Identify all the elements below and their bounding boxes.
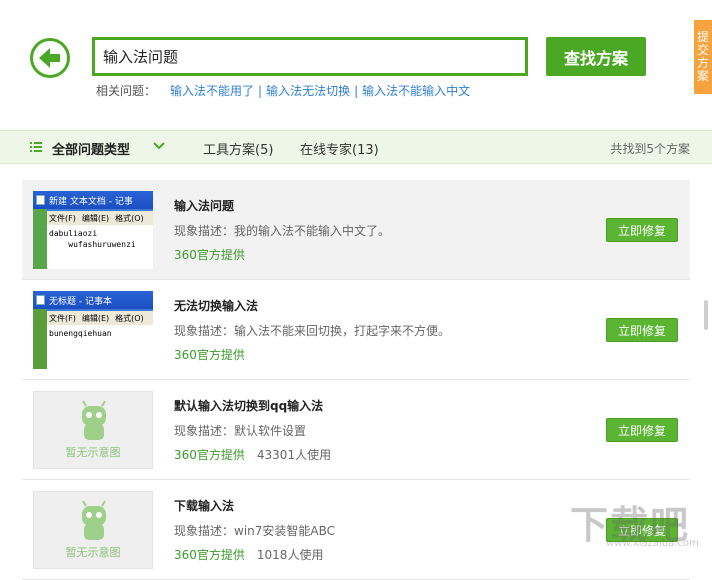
results-list: 新建 文本文档 - 记事 文件(F) 编辑(E) 格式(O) dabuliaoz… (22, 180, 690, 580)
notepad-line: dabuliaozi (49, 229, 98, 238)
menu-format: 格式(O) (115, 313, 144, 323)
filter-bar: 全部问题类型 工具方案(5) 在线专家(13) 共找到5个方案 (0, 130, 712, 164)
submit-solution-tab[interactable]: 提 交 方 案 (694, 20, 712, 94)
list-icon (30, 142, 42, 152)
usage-count: 1018人使用 (256, 548, 324, 562)
thumbnail: 无标题 - 记事本 文件(F) 编辑(E) 格式(O) bunengqiehua… (33, 291, 153, 369)
result-description: 现象描述：默认软件设置 (174, 424, 307, 438)
search-input[interactable] (95, 40, 525, 73)
related-link[interactable]: 输入法不能输入中文 (362, 82, 470, 99)
notepad-line: wufashuruwenzi (49, 240, 136, 249)
result-title[interactable]: 下载输入法 (174, 497, 234, 514)
menu-file: 文件(F) (49, 213, 76, 223)
separator: | (258, 83, 263, 98)
fix-now-button[interactable]: 立即修复 (606, 218, 678, 242)
list-item[interactable]: 暂无示意图 默认输入法切换到qq输入法 现象描述：默认软件设置 360官方提供 4… (22, 380, 690, 480)
robot-mascot-icon (82, 500, 106, 540)
search-field[interactable] (92, 37, 528, 76)
back-arrow-icon (39, 48, 60, 68)
tab-tool-solutions[interactable]: 工具方案(5) (203, 139, 273, 158)
no-preview-text: 暂无示意图 (65, 446, 121, 459)
notepad-title: 新建 文本文档 - 记事 (49, 196, 133, 207)
robot-mascot-icon (82, 400, 106, 440)
result-description: 现象描述：我的输入法不能输入中文了。 (174, 224, 391, 238)
usage-count: 43301人使用 (256, 448, 332, 462)
all-problem-types-dropdown[interactable]: 全部问题类型 (52, 139, 130, 158)
list-item[interactable]: 新建 文本文档 - 记事 文件(F) 编辑(E) 格式(O) dabuliaoz… (22, 180, 690, 280)
result-title[interactable]: 默认输入法切换到qq输入法 (174, 397, 323, 414)
fix-now-button[interactable]: 立即修复 (606, 518, 678, 542)
result-description: 现象描述：win7安装智能ABC (174, 524, 335, 538)
result-source: 360官方提供 (174, 248, 245, 262)
no-preview-text: 暂无示意图 (65, 546, 121, 559)
separator: | (354, 83, 359, 98)
scrollbar-thumb[interactable] (704, 300, 708, 330)
result-source: 360官方提供 1018人使用 (174, 548, 324, 562)
thumbnail-placeholder: 暂无示意图 (33, 491, 153, 569)
tab-online-experts[interactable]: 在线专家(13) (300, 139, 379, 158)
notepad-screenshot: 新建 文本文档 - 记事 文件(F) 编辑(E) 格式(O) dabuliaoz… (33, 191, 153, 269)
related-link[interactable]: 输入法无法切换 (266, 82, 350, 99)
result-source: 360官方提供 (174, 348, 245, 362)
fix-now-button[interactable]: 立即修复 (606, 418, 678, 442)
notepad-screenshot: 无标题 - 记事本 文件(F) 编辑(E) 格式(O) bunengqiehua… (33, 291, 153, 369)
tab-char: 案 (696, 69, 709, 83)
menu-format: 格式(O) (115, 213, 144, 223)
thumbnail-placeholder: 暂无示意图 (33, 391, 153, 469)
notepad-title: 无标题 - 记事本 (49, 296, 112, 307)
list-item[interactable]: 无标题 - 记事本 文件(F) 编辑(E) 格式(O) bunengqiehua… (22, 280, 690, 380)
chevron-down-icon[interactable] (152, 139, 166, 153)
find-solution-button[interactable]: 查找方案 (546, 37, 646, 76)
menu-edit: 编辑(E) (81, 313, 110, 323)
thumbnail: 新建 文本文档 - 记事 文件(F) 编辑(E) 格式(O) dabuliaoz… (33, 191, 153, 269)
menu-edit: 编辑(E) (81, 213, 110, 223)
result-title[interactable]: 输入法问题 (174, 197, 234, 214)
related-questions: 相关问题： 输入法不能用了 | 输入法无法切换 | 输入法不能输入中文 (96, 82, 470, 99)
menu-file: 文件(F) (49, 313, 76, 323)
fix-now-button[interactable]: 立即修复 (606, 318, 678, 342)
result-source: 360官方提供 43301人使用 (174, 448, 332, 462)
list-item[interactable]: 暂无示意图 下载输入法 现象描述：win7安装智能ABC 360官方提供 1018… (22, 480, 690, 580)
result-title[interactable]: 无法切换输入法 (174, 297, 258, 314)
related-link[interactable]: 输入法不能用了 (170, 82, 254, 99)
back-button[interactable] (30, 38, 70, 78)
related-label: 相关问题： (96, 84, 157, 98)
result-count: 共找到5个方案 (610, 142, 690, 156)
notepad-line: bunengqiehuan (49, 329, 112, 338)
result-description: 现象描述：输入法不能来回切换，打起字来不方便。 (174, 324, 451, 338)
